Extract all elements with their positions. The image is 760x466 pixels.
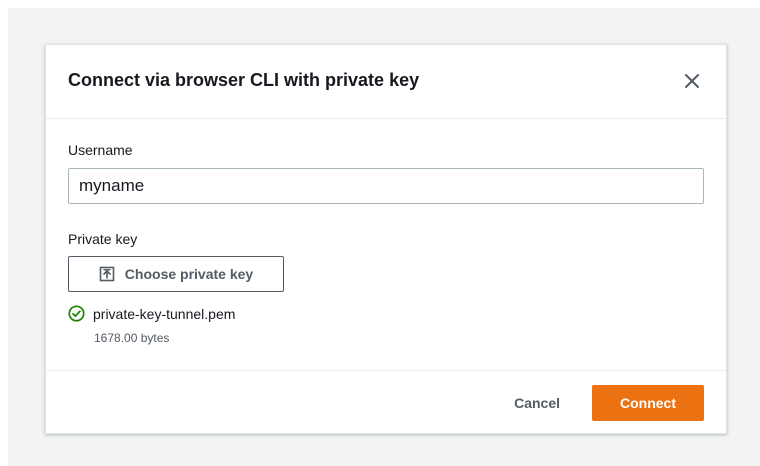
modal-header: Connect via browser CLI with private key — [46, 45, 726, 119]
upload-icon — [99, 266, 115, 282]
file-size: 1678.00 bytes — [94, 331, 170, 345]
username-label: Username — [68, 142, 133, 158]
username-input[interactable] — [68, 168, 704, 204]
connect-button[interactable]: Connect — [592, 385, 704, 421]
check-circle-icon — [68, 305, 85, 322]
close-button[interactable] — [680, 69, 704, 93]
cancel-button[interactable]: Cancel — [498, 385, 576, 421]
file-name: private-key-tunnel.pem — [93, 305, 236, 322]
selected-file: private-key-tunnel.pem — [68, 305, 235, 322]
modal-title: Connect via browser CLI with private key — [68, 70, 420, 90]
modal-footer: Cancel Connect — [46, 370, 726, 434]
choose-private-key-label: Choose private key — [124, 266, 254, 282]
private-key-label: Private key — [68, 231, 138, 247]
choose-private-key-button[interactable]: Choose private key — [68, 256, 284, 292]
connect-modal: Connect via browser CLI with private key… — [45, 44, 727, 434]
close-icon — [685, 74, 699, 88]
